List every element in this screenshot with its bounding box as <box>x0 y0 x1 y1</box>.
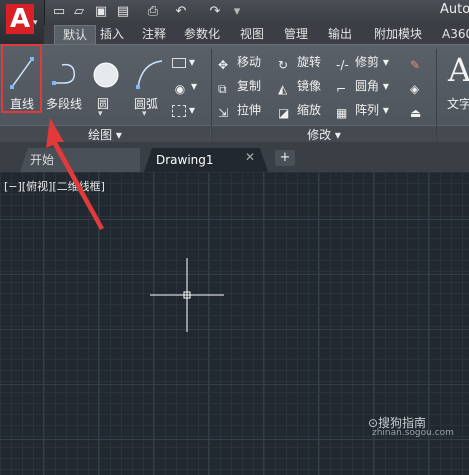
fillet-label: 圆角 <box>355 79 380 93</box>
trim-label: 修剪 <box>355 55 380 69</box>
tab-output[interactable]: 输出 <box>328 25 352 44</box>
tab-insert[interactable]: 插入 <box>100 25 124 44</box>
tab-manage[interactable]: 管理 <box>284 25 308 44</box>
circle-icon <box>93 62 119 88</box>
mirror-button[interactable]: ◭ 镜像 <box>278 77 322 96</box>
move-label: 移动 <box>237 55 262 69</box>
crosshair-cursor <box>150 258 224 332</box>
tab-addins[interactable]: 附加模块 <box>374 25 422 44</box>
mirror-icon: ◭ <box>278 81 288 96</box>
explode-icon: ◈ <box>410 81 420 96</box>
application-menu-button[interactable]: A ▾ <box>0 0 45 44</box>
move-button[interactable]: ✥ 移动 <box>218 53 262 72</box>
chevron-down-icon[interactable]: ▾ <box>142 109 147 119</box>
text-label: 文字 <box>446 97 469 111</box>
rectangle-tool[interactable]: ▾ <box>172 53 195 71</box>
copy-icon: ⧉ <box>218 81 227 96</box>
arc-icon <box>136 60 163 89</box>
ribbon-tab-bar: 默认 插入 注释 参数化 视图 管理 输出 附加模块 A360 <box>44 25 469 45</box>
copy-label: 复制 <box>237 79 262 93</box>
mirror-label: 镜像 <box>297 79 322 93</box>
scale-label: 缩放 <box>297 103 322 117</box>
scale-icon: ◪ <box>278 105 290 120</box>
stretch-icon: ⇲ <box>218 105 229 120</box>
erase-icon: ✎ <box>410 57 421 72</box>
boundary-tool[interactable]: ▾ <box>172 101 195 119</box>
tab-annotate[interactable]: 注释 <box>142 25 166 44</box>
add-tab-button[interactable]: + <box>275 150 295 166</box>
print-icon[interactable]: ⎙ <box>146 5 160 19</box>
tab-default[interactable]: 默认 <box>54 25 97 45</box>
copy-button[interactable]: ⧉ 复制 <box>218 77 262 96</box>
tab-view[interactable]: 视图 <box>240 25 264 44</box>
autocad-logo-icon: A <box>6 4 34 34</box>
close-icon[interactable]: ✕ <box>245 150 255 164</box>
boundary-icon <box>172 104 186 117</box>
trim-button[interactable]: -/- 修剪 ▾ <box>336 53 389 72</box>
annotation-arrow <box>46 118 104 230</box>
scale-button[interactable]: ◪ 缩放 <box>278 101 322 120</box>
rotate-label: 旋转 <box>297 55 322 69</box>
tab-parametric[interactable]: 参数化 <box>184 25 220 44</box>
array-icon: ▦ <box>336 105 348 120</box>
arc-button[interactable]: 圆弧 ▾ <box>128 49 164 121</box>
trim-icon: -/- <box>336 57 349 72</box>
hatch-icon: ◉ <box>174 81 186 96</box>
explode-button[interactable]: ◈ <box>410 77 429 96</box>
stretch-button[interactable]: ⇲ 拉伸 <box>218 101 262 120</box>
array-button[interactable]: ▦ 阵列 ▾ <box>336 101 389 120</box>
watermark-url: zhinan.sogou.com <box>372 428 454 438</box>
tab-a360[interactable]: A360 <box>442 25 469 44</box>
highlight-box <box>1 44 42 113</box>
move-icon: ✥ <box>218 57 229 72</box>
chevron-down-icon: ▾ <box>33 18 38 28</box>
rotate-button[interactable]: ↻ 旋转 <box>278 53 322 72</box>
polyline-icon <box>52 63 76 85</box>
fillet-button[interactable]: ⌐ 圆角 ▾ <box>336 77 389 96</box>
window-title: Auto <box>440 2 469 17</box>
offset-button[interactable]: ⏏ <box>410 101 429 120</box>
open-file-icon[interactable]: ▱ <box>72 5 86 19</box>
save-icon[interactable]: ▣ <box>94 5 108 19</box>
text-button[interactable]: A 文字 <box>444 49 469 121</box>
rectangle-icon <box>172 57 186 68</box>
redo-icon[interactable]: ↷ <box>208 5 222 19</box>
new-file-icon[interactable]: ▭ <box>52 5 66 19</box>
stretch-label: 拉伸 <box>237 103 262 117</box>
hatch-tool[interactable]: ◉ ▾ <box>172 77 197 96</box>
quick-access-toolbar: ▭ ▱ ▣ ▤ ⎙ ↶ ↷ ▾ <box>0 0 469 26</box>
offset-icon: ⏏ <box>410 105 422 120</box>
array-label: 阵列 <box>355 103 380 117</box>
save-as-icon[interactable]: ▤ <box>116 5 130 19</box>
text-icon: A <box>448 51 469 89</box>
fillet-icon: ⌐ <box>336 81 347 96</box>
undo-icon[interactable]: ↶ <box>174 5 188 19</box>
erase-button[interactable]: ✎ <box>410 53 429 72</box>
dropdown-icon[interactable]: ▾ <box>230 5 244 19</box>
rotate-icon: ↻ <box>278 57 289 72</box>
